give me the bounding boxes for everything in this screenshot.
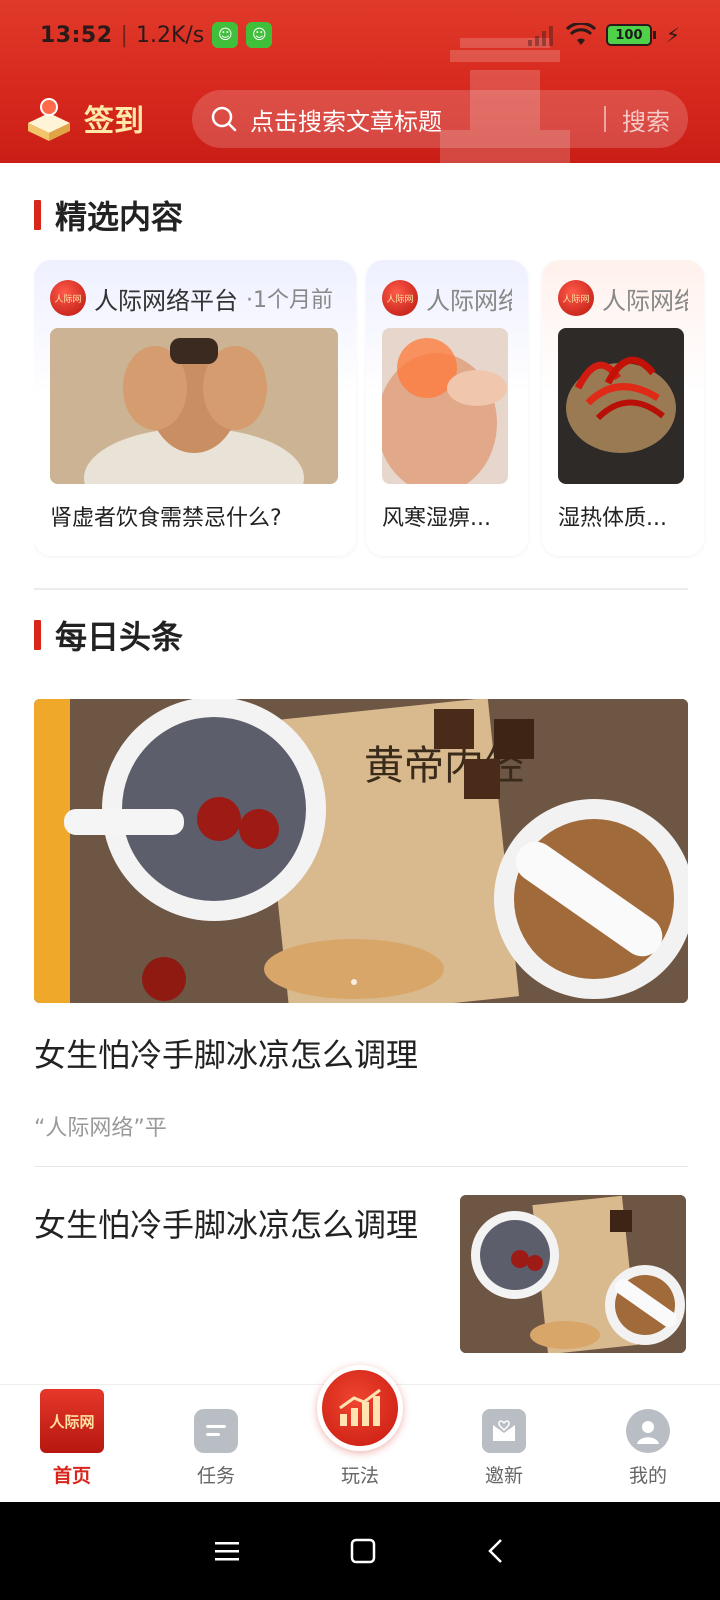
wifi-icon [565,23,596,45]
battery-icon: 100 [605,24,656,46]
card-title: 肾虚者饮食需禁忌什么? [50,506,282,531]
tab-profile[interactable]: 我的 [576,1385,720,1502]
card-thumbnail [50,328,338,484]
app-header: 13:52 | 1.2K/s ☺ ☺ 100 ⚡ 签到 点击搜索文章标题 搜索 [0,0,720,163]
row-divider [34,1166,688,1167]
status-separator: | [120,22,128,48]
section-accent-bar [34,200,41,230]
back-chevron-icon[interactable] [486,1538,506,1564]
search-button[interactable]: 搜索 [622,102,670,137]
source-logo-icon: 人际网 [382,280,418,316]
chili-peppers-photo [558,328,684,484]
signin-button[interactable]: 签到 [22,90,144,146]
tab-label: 邀新 [484,1465,523,1487]
card-thumbnail [382,328,508,484]
notification-app-icon: ☺ [246,22,273,48]
featured-card[interactable]: 人际网 人际网络.. 风寒湿痹... [366,260,528,556]
status-time: 13:52 [40,22,113,48]
daily-title-text: 每日头条 [55,618,184,656]
cellular-signal-icon [527,26,553,46]
card-title: 湿热体质... [558,506,667,531]
news-source: “人际网络”平 [34,1116,167,1141]
search-divider [604,106,606,132]
menu-icon[interactable] [214,1540,240,1562]
notification-app-icon: ☺ [212,22,239,48]
home-square-icon[interactable] [350,1538,376,1564]
card-thumbnail [558,328,684,484]
card-meta: 人际网 人际网络平台 ·1个月前 [50,278,340,318]
section-accent-bar [34,620,41,650]
news-thumbnail[interactable] [460,1195,686,1353]
profile-user-icon [626,1409,670,1453]
status-bar: 13:52 | 1.2K/s ☺ ☺ 100 ⚡ [0,0,720,70]
daily-banner[interactable]: 黄帝内经 [34,699,688,1003]
search-placeholder: 点击搜索文章标题 [250,107,442,136]
featured-card[interactable]: 人际网 人际网络.. 湿热体质... [542,260,704,556]
search-icon [211,106,237,132]
card-source: 人际网络.. [602,286,688,315]
featured-title-text: 精选内容 [55,198,184,236]
task-icon [194,1409,238,1453]
invite-envelope-icon [482,1409,526,1453]
search-bar[interactable]: 点击搜索文章标题 搜索 [192,90,688,148]
herbal-tea-thumbnail-photo [460,1195,686,1353]
headache-photo [50,328,338,484]
signin-label: 签到 [84,104,144,139]
tab-label: 我的 [628,1465,667,1487]
status-network-speed: 1.2K/s [135,22,205,48]
section-divider [34,588,688,590]
source-logo-icon: 人际网 [50,280,86,316]
status-indicators: 100 ⚡ [527,23,680,47]
bottom-tab-bar: 人际网 首页 任务 玩法 邀新 我的 [0,1365,720,1502]
tab-invite[interactable]: 邀新 [432,1385,576,1502]
herbal-tea-photo: 黄帝内经 [34,699,688,1003]
source-logo-icon: 人际网 [558,280,594,316]
card-meta: 人际网 人际网络.. [558,278,688,318]
system-navigation-bar [0,1502,720,1600]
featured-carousel[interactable]: 人际网 人际网络平台 ·1个月前 肾虚者饮食需禁忌什么? 人际网 人际网络.. [34,260,720,560]
play-chart-icon [317,1365,403,1451]
tab-label: 任务 [196,1465,235,1487]
card-meta: 人际网 人际网络.. [382,278,512,318]
card-source: 人际网络平台 [94,286,238,315]
tab-label: 玩法 [340,1465,379,1487]
daily-section-title: 每日头条 [34,612,183,658]
card-time: ·1个月前 [246,288,333,313]
signin-gift-icon [28,98,70,141]
tab-label: 首页 [52,1465,91,1487]
tab-tasks[interactable]: 任务 [144,1385,288,1502]
charging-icon: ⚡ [665,23,680,47]
featured-card[interactable]: 人际网 人际网络平台 ·1个月前 肾虚者饮食需禁忌什么? [34,260,356,556]
card-title: 风寒湿痹... [382,506,491,531]
tab-play[interactable]: 玩法 [288,1365,432,1502]
home-logo-icon: 人际网 [40,1389,104,1453]
knee-pain-photo [382,328,508,484]
news-headline[interactable]: 女生怕冷手脚冰凉怎么调理 [34,1030,418,1076]
featured-section-title: 精选内容 [34,192,183,238]
card-source: 人际网络.. [426,286,512,315]
news-headline[interactable]: 女生怕冷手脚冰凉怎么调理 [34,1200,418,1246]
tab-home[interactable]: 人际网 首页 [0,1385,144,1502]
